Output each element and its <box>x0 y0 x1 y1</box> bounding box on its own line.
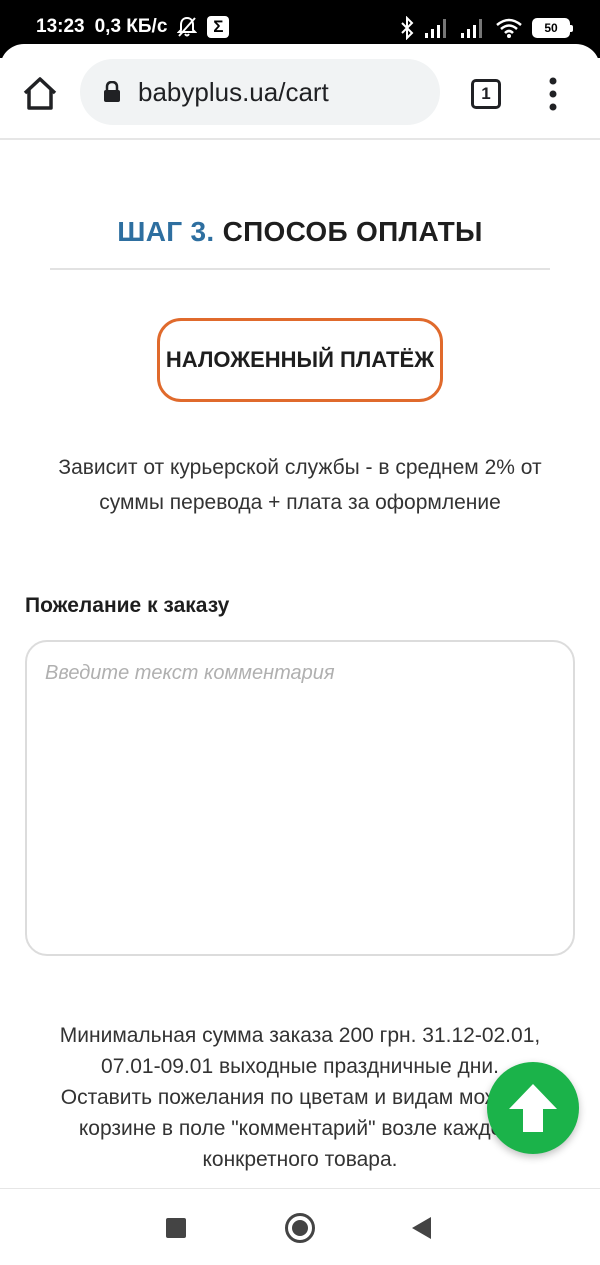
lock-icon <box>104 81 120 102</box>
step-number: ШАГ 3. <box>117 216 215 247</box>
order-info: Минимальная сумма заказа 200 грн. 31.12-… <box>50 1020 550 1175</box>
browser-toolbar: babyplus.ua/cart 1 <box>0 44 600 140</box>
signal-icon <box>461 19 482 38</box>
status-right: 50 <box>400 16 573 40</box>
scroll-top-button[interactable] <box>487 1062 579 1154</box>
section-divider <box>50 268 550 270</box>
cart-page: ШАГ 3. СПОСОБ ОПЛАТЫ НАЛОЖЕННЫЙ ПЛАТЁЖ З… <box>0 140 600 1188</box>
status-time: 13:23 <box>36 16 85 37</box>
address-bar[interactable]: babyplus.ua/cart <box>80 59 440 125</box>
android-nav-bar <box>0 1188 600 1265</box>
signal-icon <box>425 19 446 38</box>
payment-description: Зависит от курьерской службы - в среднем… <box>58 456 542 514</box>
status-speed: 0,3 КБ/с <box>94 16 168 37</box>
home-icon[interactable] <box>20 74 60 114</box>
order-info-comments: Оставить пожелания по цветам и видам мож… <box>60 1086 540 1171</box>
bluetooth-icon <box>401 16 414 40</box>
battery-icon: 50 <box>532 18 573 38</box>
recents-icon[interactable] <box>166 1218 186 1238</box>
wifi-icon <box>496 18 522 38</box>
tabs-icon[interactable]: 1 <box>471 79 501 109</box>
url-text: babyplus.ua/cart <box>138 76 329 107</box>
more-vert-icon[interactable] <box>543 74 563 114</box>
comment-textarea[interactable] <box>25 640 575 956</box>
step-heading: ШАГ 3. СПОСОБ ОПЛАТЫ <box>0 216 600 248</box>
arrow-up-icon <box>509 1084 557 1132</box>
step-title: СПОСОБ ОПЛАТЫ <box>222 216 483 247</box>
back-icon[interactable] <box>412 1217 431 1239</box>
mute-bell-icon <box>177 16 198 37</box>
comment-label: Пожелание к заказу <box>25 594 230 617</box>
app-badge-icon: Σ <box>207 16 230 38</box>
order-info-minimum: Минимальная сумма заказа 200 грн. 31.12-… <box>59 1024 541 1078</box>
status-left: 13:23 0,3 КБ/с Σ <box>36 16 230 38</box>
payment-option-cod-button[interactable]: НАЛОЖЕННЫЙ ПЛАТЁЖ <box>157 318 443 402</box>
home-circle-icon[interactable] <box>285 1213 315 1243</box>
